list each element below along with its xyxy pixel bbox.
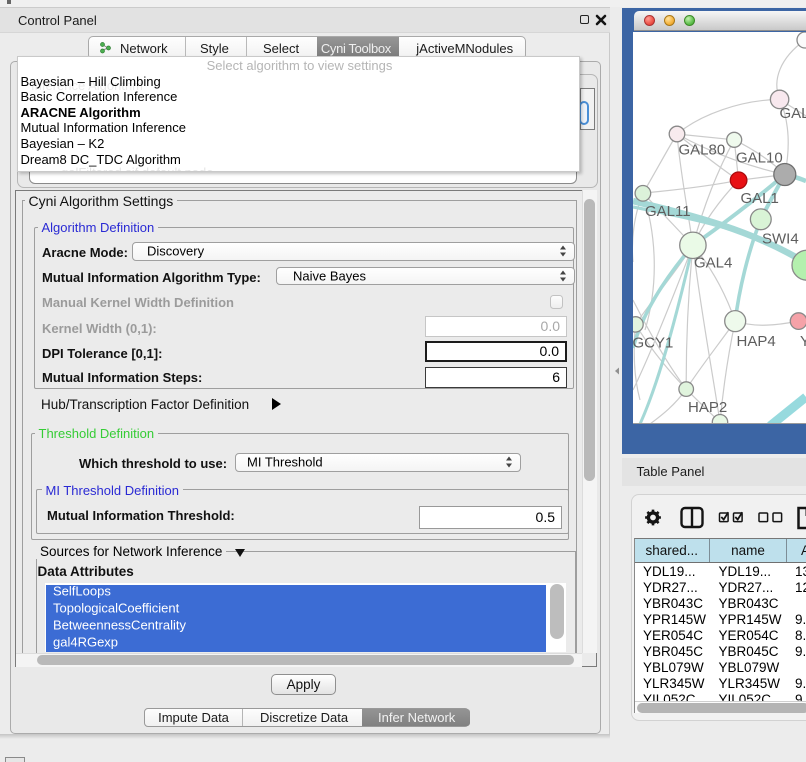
- svg-text:GAL80: GAL80: [679, 142, 726, 159]
- svg-text:HAP2: HAP2: [688, 399, 727, 416]
- svg-text:HAP4: HAP4: [737, 333, 776, 350]
- svg-text:SWI4: SWI4: [762, 231, 799, 248]
- svg-text:GAL10: GAL10: [736, 150, 783, 167]
- svg-text:GAL1: GAL1: [741, 190, 779, 207]
- svg-text:GAL4: GAL4: [694, 255, 732, 272]
- svg-text:GAL2: GAL2: [780, 105, 806, 122]
- svg-text:GAL11: GAL11: [645, 203, 691, 220]
- svg-text:GCY1: GCY1: [633, 334, 673, 351]
- svg-text:Y: Y: [800, 333, 806, 350]
